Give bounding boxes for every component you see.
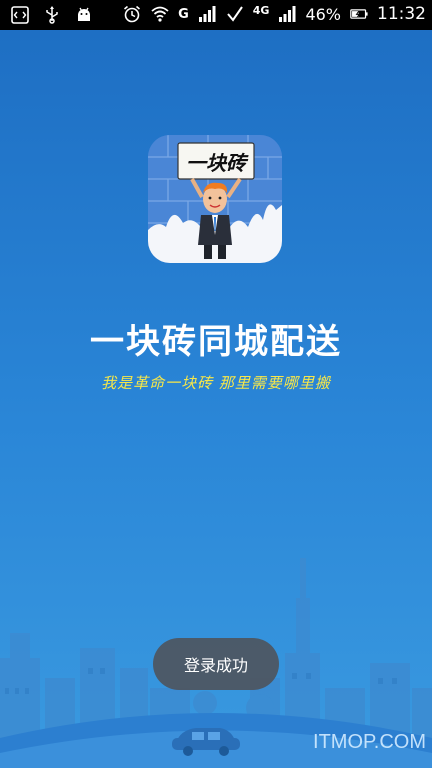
app-logo: 一块砖 [148, 135, 282, 263]
watermark: ITMOP.COM [313, 731, 426, 753]
usb-icon [42, 5, 62, 25]
clock-time: 11:32 [377, 4, 426, 24]
splash-screen: G 4G 46% 11:32 一块砖 一块砖同城配送 我是革命一块砖 那里需要哪… [0, 0, 432, 768]
android-icon [74, 5, 94, 25]
alarm-icon [122, 4, 142, 24]
code-icon [10, 5, 30, 25]
logo-sign-text: 一块砖 [186, 151, 246, 175]
check-icon [225, 4, 245, 24]
battery-icon [349, 4, 369, 24]
app-title: 一块砖同城配送 [90, 322, 342, 362]
signal-icon-2 [277, 4, 297, 24]
signal-icon [197, 4, 217, 24]
wifi-icon [150, 4, 170, 24]
4g-label: 4G [252, 3, 270, 17]
app-slogan: 我是革命一块砖 那里需要哪里搬 [101, 374, 331, 392]
status-bar: G 4G 46% 11:32 [0, 0, 432, 30]
network-type-label: G [178, 6, 189, 22]
toast-message: 登录成功 [153, 638, 279, 690]
battery-percent: 46% [305, 4, 341, 24]
